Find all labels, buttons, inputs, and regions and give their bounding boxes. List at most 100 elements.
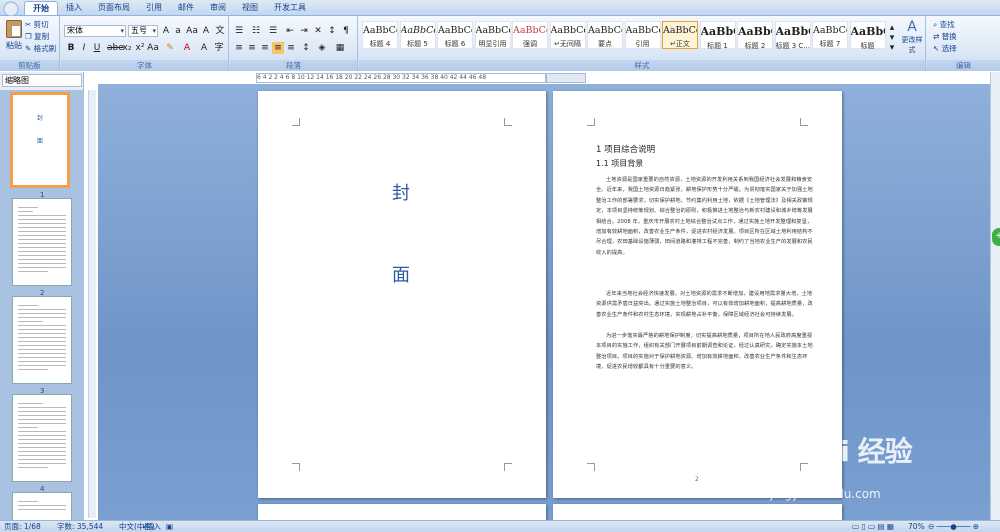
style-sample: AaBbC [738,25,772,38]
enclose-char-icon[interactable]: 字 [213,42,225,54]
page-thumb-3[interactable] [12,296,72,384]
sort-icon[interactable]: ↕ [326,25,338,37]
find-button[interactable]: ⌕ 查找 [933,19,955,30]
distributed-icon[interactable]: ≡ [285,42,297,54]
highlight-icon[interactable]: ✎ [164,42,176,54]
superscript-icon[interactable]: x² [134,42,146,54]
tab-developer[interactable]: 开发工具 [266,1,314,15]
zoom-level[interactable]: 70% [908,521,925,532]
style-item[interactable]: AaBbCcI 标题 6 [437,21,473,49]
tab-home[interactable]: 开始 [24,1,58,15]
style-item[interactable]: AaBbCcD 明显引用 [474,21,511,49]
align-left-icon[interactable]: ≡ [233,42,245,54]
style-sample: AaBbCcDd [550,25,585,36]
horizontal-ruler[interactable]: 6 4 2 2 4 6 8 10 12 14 16 18 20 22 24 26… [256,73,546,83]
numbering-icon[interactable]: ☷ [250,25,262,37]
phonetic-guide-icon[interactable]: 文 [214,25,226,37]
align-right-icon[interactable]: ≡ [259,42,271,54]
vertical-scrollbar[interactable] [990,72,1000,520]
bullets-icon[interactable]: ☰ [233,25,245,37]
cut-button[interactable]: ✂ 剪切 [25,19,49,30]
format-painter-label: 格式刷 [33,44,57,53]
subscript-icon[interactable]: x₂ [121,42,133,54]
tab-insert[interactable]: 插入 [58,1,90,15]
insert-mode-status[interactable]: 插入 [146,521,161,532]
text-effects-icon[interactable]: Aa [147,42,159,54]
page-thumb-4[interactable] [12,394,72,482]
style-sample: AaBbCcI [363,25,397,36]
change-styles-button[interactable]: A 更改样式 [899,19,925,55]
style-item[interactable]: AaBbCc 标题 5 [399,21,436,49]
cover-page[interactable]: 封 面 [258,91,546,498]
multilevel-list-icon[interactable]: ☰ [267,25,279,37]
format-painter-button[interactable]: ✎ 格式刷 [25,43,56,54]
style-item[interactable]: AaBbCcDd ↵无间隔 [549,21,586,49]
style-item[interactable]: AaBbC 标题 [849,21,886,50]
style-item[interactable]: AaBbCcDd 强调 [512,21,548,49]
style-sample: AaBbC [700,25,735,38]
editing-group-label: 编辑 [927,60,1000,71]
styles-group-label: 样式 [359,60,925,71]
paste-button[interactable]: 粘贴 [3,18,25,56]
tab-mailings[interactable]: 邮件 [170,1,202,15]
line-spacing-icon[interactable]: ↕ [300,42,312,54]
font-size-combo[interactable]: 五号 [128,25,158,37]
character-shading-icon[interactable]: A [198,42,210,54]
shrink-font-icon[interactable]: a [172,25,184,37]
office-button-icon[interactable] [2,0,20,16]
clear-format-icon[interactable]: A [200,25,212,37]
grow-font-icon[interactable]: A [160,25,172,37]
crop-mark [587,118,595,126]
style-sample: AaBbCcDd [513,25,547,36]
justify-icon[interactable]: ≡ [272,42,284,54]
replace-button[interactable]: ⇄ 替换 [933,31,957,42]
style-item[interactable]: AaBbC 标题 1 [699,21,736,50]
style-item[interactable]: AaBbCcDd 引用 [624,21,661,49]
style-item[interactable]: AaBbCcI 标题 7 [812,21,848,49]
paragraph-group-label: 段落 [230,60,357,71]
font-color-icon[interactable]: A [181,42,193,54]
view-buttons[interactable]: ▭ ▯ ▭ ▤ ▦ [852,521,894,532]
watermark-brand: Bai 经验 [802,435,913,468]
style-item[interactable]: AaBbCcI 标题 4 [362,21,398,49]
page-thumb-5[interactable] [12,492,72,522]
page-thumb-1[interactable]: 封 面 [10,92,70,188]
change-case-icon[interactable]: Aa [186,25,198,37]
crop-mark [292,463,300,471]
decrease-indent-icon[interactable]: ⇤ [284,25,296,37]
font-name-combo[interactable]: 宋体 [64,25,126,37]
chinese-layout-icon[interactable]: ✕ [312,25,324,37]
navigation-mode-combo[interactable]: 缩略图 [2,74,82,87]
style-item[interactable]: AaBbC 标题 2 [737,21,773,50]
tab-view[interactable]: 视图 [234,1,266,15]
macro-record-icon[interactable]: ▣ [166,521,173,532]
italic-icon[interactable]: I [78,42,90,54]
tab-review[interactable]: 审阅 [202,1,234,15]
zoom-slider[interactable]: ⊖ ───●─── ⊕ [928,521,979,532]
thumbnail-scrollbar[interactable] [88,90,96,518]
floating-plus-icon[interactable]: + [992,228,1000,246]
bold-icon[interactable]: B [65,42,77,54]
tab-page-layout[interactable]: 页面布局 [90,1,138,15]
copy-button[interactable]: ❐ 复制 [25,31,49,42]
select-button[interactable]: ↖ 选择 [933,43,957,54]
tab-references[interactable]: 引用 [138,1,170,15]
select-icon: ↖ [933,44,940,53]
clipboard-group: 粘贴 ✂ 剪切 ❐ 复制 ✎ 格式刷 剪贴板 [0,16,60,71]
style-item[interactable]: AaBbC 标题 3 C... [774,21,811,50]
page-count-status[interactable]: 页面: 1/68 [4,521,41,532]
strikethrough-icon[interactable]: abe [107,42,124,54]
thumbnail-list[interactable]: 封 面 1 2 3 4 [0,90,84,522]
page-thumb-2[interactable] [12,198,72,286]
show-marks-icon[interactable]: ¶ [340,25,352,37]
borders-icon[interactable]: ▦ [334,42,346,54]
word-count-status[interactable]: 字数: 35,544 [57,521,103,532]
gallery-more-icon[interactable]: ▾ [886,42,898,54]
shading-icon[interactable]: ◈ [316,42,328,54]
style-item[interactable]: AaBbCcDd ↵正文 [662,21,698,49]
align-center-icon[interactable]: ≡ [246,42,258,54]
increase-indent-icon[interactable]: ⇥ [298,25,310,37]
style-item[interactable]: AaBbCcDd 要点 [587,21,623,49]
underline-icon[interactable]: U [91,42,103,54]
paragraph-group: ☰ ☷ ☰ ⇤ ⇥ ✕ ↕ ¶ ≡ ≡ ≡ ≡ ≡ ↕ ◈ ▦ 段落 [230,16,358,71]
